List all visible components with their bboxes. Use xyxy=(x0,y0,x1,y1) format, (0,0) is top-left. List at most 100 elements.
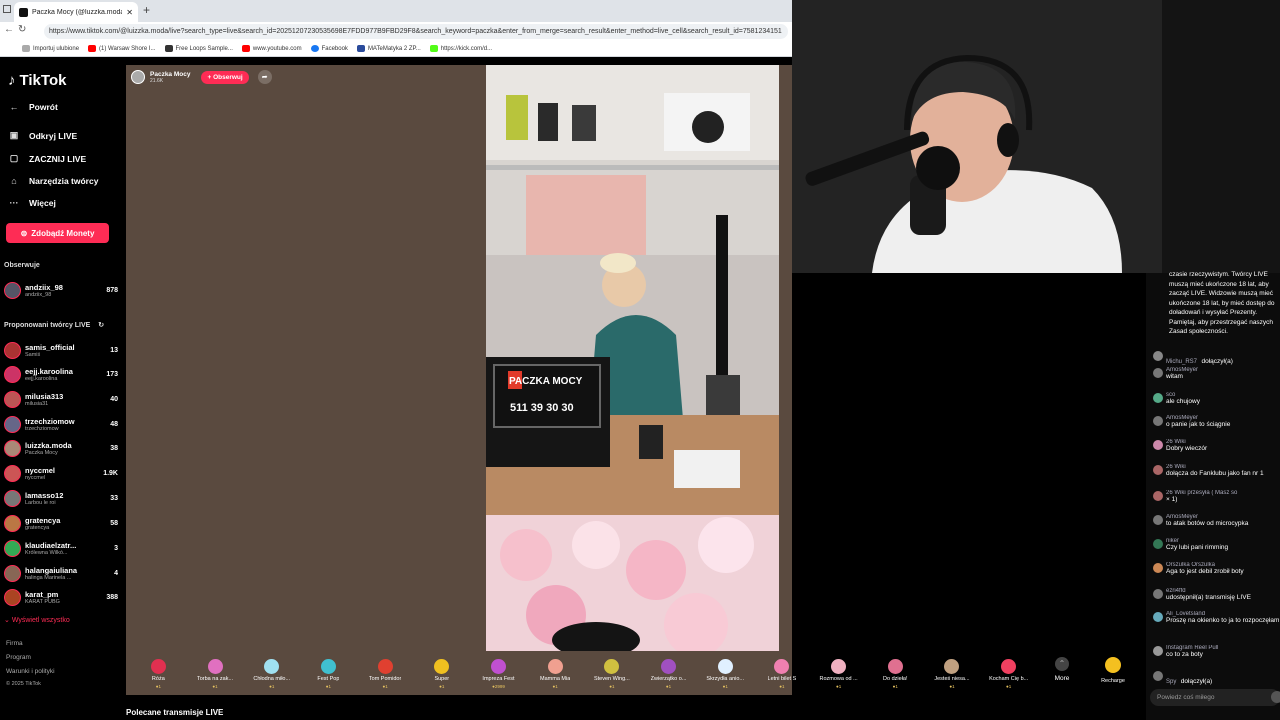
emoji-icon[interactable] xyxy=(1271,691,1280,703)
chat-message[interactable]: 26 Wiki dołącza do Fanklubu jako fan nr 1 xyxy=(1153,464,1280,477)
close-tab-icon[interactable]: ✕ xyxy=(126,8,133,17)
nav-discover-live[interactable]: ▣ Odkryj LIVE xyxy=(8,130,77,141)
footer-link[interactable]: Program xyxy=(6,654,31,661)
gift-item[interactable]: Steven Wing... ●1 xyxy=(584,651,641,697)
bookmark-item[interactable]: https://kick.com/d... xyxy=(429,45,492,52)
nav-creator-tools[interactable]: ⌂ Narzędzia twórcy xyxy=(8,176,98,186)
more-gifts-button[interactable]: ⌃ More xyxy=(1047,657,1077,682)
gift-icon xyxy=(944,659,960,674)
copyright: © 2025 TikTok xyxy=(6,681,41,687)
suggested-creator[interactable]: luizzka.moda Paczka Mocy 38 xyxy=(4,437,118,459)
nav-start-live[interactable]: ▢ ZACZNIJ LIVE xyxy=(8,153,86,164)
chat-message[interactable]: AmosMeyer to atak botów od microcypka xyxy=(1153,514,1280,527)
host-avatar[interactable] xyxy=(131,70,145,84)
recommended-lives-heading: Polecane transmisje LIVE xyxy=(126,708,224,717)
suggested-creator[interactable]: halangaiuliana halinga Marinela ... 4 xyxy=(4,562,118,584)
back-button[interactable]: ← Powrót xyxy=(8,102,58,112)
suggested-creator[interactable]: karat_pm KARAT PUBG 388 xyxy=(4,586,118,608)
tiktok-note-icon: ♪ xyxy=(8,72,16,89)
chat-message[interactable]: AmosMeyer o panie jak to ściągnie xyxy=(1153,415,1280,428)
gift-item[interactable]: Mamma Mia ●1 xyxy=(527,651,584,697)
chat-message[interactable]: niker Czy lubi pani rimming xyxy=(1153,538,1280,551)
gift-item[interactable]: Zwierzątko o... ●1 xyxy=(640,651,697,697)
gift-price: ●1 xyxy=(212,684,218,689)
chat-message[interactable]: Orszulka Orszulka Aga to jest debil zrobi… xyxy=(1153,562,1280,575)
gift-item[interactable]: Torba na zak... ●1 xyxy=(187,651,244,697)
chevron-down-icon: ⌄ xyxy=(4,617,10,624)
gift-item[interactable]: Do dzieła! ●1 xyxy=(867,651,924,697)
bookmark-item[interactable]: www.youtube.com xyxy=(241,45,302,52)
kick-icon xyxy=(429,45,438,52)
gift-item[interactable]: Letni bilet S ●1 xyxy=(754,651,811,697)
get-coins-button[interactable]: ⊜ Zdobądź Monety xyxy=(6,223,109,243)
footer-link[interactable]: Firma xyxy=(6,640,23,647)
gift-item[interactable]: Skrzydła anio... ●1 xyxy=(697,651,754,697)
gift-price: ●1 xyxy=(835,684,842,689)
suggested-creator[interactable]: eejj.karoolina eejj.karoolina 173 xyxy=(4,363,118,385)
chat-message[interactable]: 26 Wiki Dobry wieczór xyxy=(1153,439,1280,452)
follow-button[interactable]: + Obserwuj xyxy=(201,70,249,84)
browser-tab[interactable]: Paczka Mocy (@luzzka.moda ✕ xyxy=(14,2,138,22)
camera-icon: ▢ xyxy=(9,153,19,163)
gift-price: ●1 xyxy=(779,684,785,689)
gift-price: ●1 xyxy=(1006,684,1012,689)
suggested-creator[interactable]: lamasso12 Larbou le roi 33 xyxy=(4,487,118,509)
chat-message[interactable]: AmosMeyer witam xyxy=(1153,367,1280,380)
lightbulb-icon: ⌂ xyxy=(11,176,17,186)
avatar xyxy=(1153,393,1163,403)
chat-input[interactable]: Powiedz coś miłego xyxy=(1150,689,1280,706)
gift-item[interactable]: Fest Pop ●1 xyxy=(300,651,357,697)
chat-message[interactable]: sco ale chujowy xyxy=(1153,392,1280,405)
gift-item[interactable]: Kocham Cię b... ●1 xyxy=(980,651,1037,697)
reload-icon[interactable]: ↻ xyxy=(18,24,26,35)
see-all-link[interactable]: ⌄ Wyświetl wszystko xyxy=(4,616,70,624)
gift-item[interactable]: Chłodna miło... ●1 xyxy=(243,651,300,697)
avatar xyxy=(4,489,21,507)
window-menu-icon[interactable] xyxy=(3,5,11,13)
nav-more[interactable]: ··· Więcej xyxy=(8,198,56,208)
bookmark-item[interactable]: Importuj ulubione xyxy=(22,45,79,52)
chat-message[interactable]: Spy dołączył(a) xyxy=(1153,670,1280,688)
footer-link[interactable]: Warunki i polityki xyxy=(6,668,55,675)
gift-icon xyxy=(1001,659,1017,674)
bookmark-item[interactable]: Free Loops Sample... xyxy=(164,45,233,52)
gift-icon xyxy=(717,659,733,674)
host-name[interactable]: Paczka Mocy xyxy=(150,71,190,78)
url-input[interactable]: https://www.tiktok.com/@luizzka.moda/liv… xyxy=(44,24,788,39)
following-item[interactable]: andziix_98 andziix_98 878 xyxy=(4,279,118,301)
sign-brand: PACZKA MOCY xyxy=(509,376,583,387)
tiktok-logo[interactable]: ♪ TikTok xyxy=(8,72,66,89)
suggested-creator[interactable]: gratencya gratencya 58 xyxy=(4,512,118,534)
gift-icon xyxy=(150,659,166,674)
suggested-creator[interactable]: klaudiaelzatr... Królewna Wilkó... 3 xyxy=(4,537,118,559)
bookmark-item[interactable]: Facebook xyxy=(310,45,348,52)
gift-item[interactable]: Rozmowa od ... ●1 xyxy=(810,651,867,697)
gift-item[interactable]: Super ●1 xyxy=(413,651,470,697)
suggested-creator[interactable]: samis_official Samiś 13 xyxy=(4,339,118,361)
share-icon[interactable]: ➦ xyxy=(257,70,272,84)
live-video-frame[interactable] xyxy=(486,65,779,651)
chat-message[interactable]: Ali_Lovetsland Proszę na okienko to ja to… xyxy=(1153,611,1280,624)
youtube-icon xyxy=(88,45,97,52)
following-header: Obserwuje xyxy=(4,262,40,269)
refresh-icon[interactable]: ↻ xyxy=(98,322,104,329)
back-arrow-icon: ← xyxy=(9,102,19,112)
bookmark-item[interactable]: MATeMatyka 2 ZP... xyxy=(356,45,421,52)
gift-item[interactable]: Jesteś niesa... ●1 xyxy=(924,651,981,697)
suggested-creator[interactable]: nyccmel nyccmel 1.9K xyxy=(4,462,118,484)
suggested-creator[interactable]: trzechziomow trzechziomow 48 xyxy=(4,413,118,435)
chat-message[interactable]: Instagram Reel Pull co to za boty xyxy=(1153,645,1280,658)
back-arrow-icon[interactable]: ← xyxy=(4,24,14,35)
tab-title: Paczka Mocy (@luzzka.moda xyxy=(32,8,123,16)
recharge-button[interactable]: Recharge xyxy=(1093,657,1133,684)
gift-item[interactable]: Impreza Fest ●2999 xyxy=(470,651,527,697)
bookmark-item[interactable]: (1) Warsaw Shore I... xyxy=(88,45,156,52)
suggested-creator[interactable]: milusia313 milusia31 40 xyxy=(4,388,118,410)
new-tab-icon[interactable]: + xyxy=(143,3,150,17)
gift-icon xyxy=(831,659,847,674)
gift-item[interactable]: Tom Pomidor ●1 xyxy=(357,651,414,697)
chat-message[interactable]: ezri4ffd udostępnił(a) transmisję LIVE xyxy=(1153,588,1280,601)
chat-message[interactable]: Michu_RS7 dołączył(a) xyxy=(1153,350,1280,368)
chat-message[interactable]: 26 Wiki przesyła ( Masz so × 1) xyxy=(1153,490,1280,503)
gift-item[interactable]: Róża ●1 xyxy=(130,651,187,697)
